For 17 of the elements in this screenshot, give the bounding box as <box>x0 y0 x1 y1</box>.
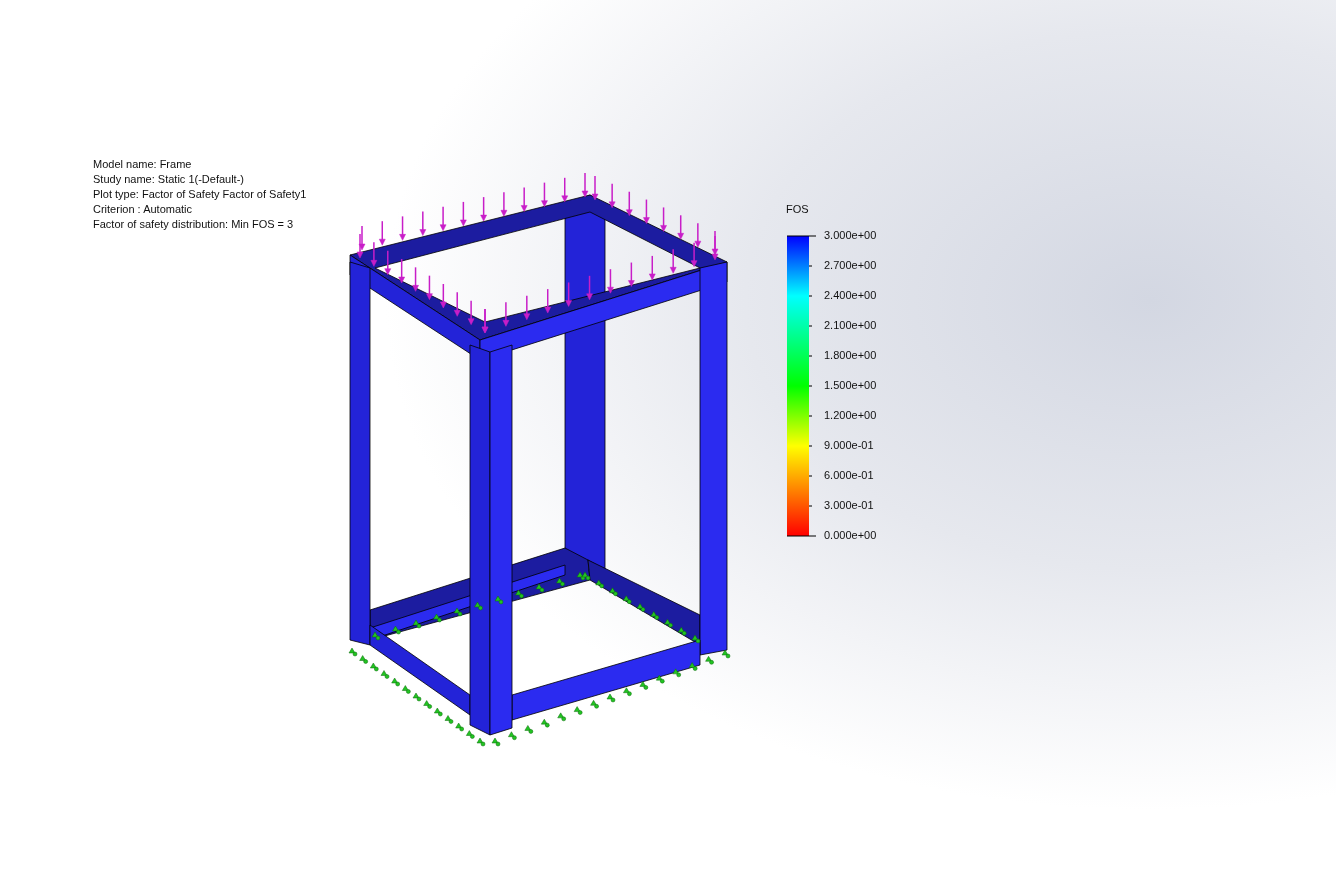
legend-label: 3.000e-01 <box>824 499 875 511</box>
plot-info-text: Model name: Frame <box>93 157 193 172</box>
legend-label: 2.700e+00 <box>824 259 877 271</box>
legend-label: 1.200e+00 <box>824 409 877 421</box>
plot-info-text: Plot type: Factor of Safety Factor of Safety1 <box>93 187 307 202</box>
legend-label: 1.500e+00 <box>824 379 877 391</box>
plot-info-text: Factor of safety distribution: Min FOS = 3 <box>93 217 295 232</box>
legend-title: FOS <box>786 203 809 215</box>
legend-label: 1.800e+00 <box>824 349 877 361</box>
legend-label: 6.000e-01 <box>824 469 875 481</box>
legend-label: 2.100e+00 <box>824 319 877 331</box>
plot-info-text: Criterion : Automatic <box>93 202 194 217</box>
legend-label: 0.000e+00 <box>824 529 877 541</box>
plot-info-text: Study name: Static 1(-Default-) <box>93 172 245 187</box>
legend-label: 9.000e-01 <box>824 439 875 451</box>
legend-label: 3.000e+00 <box>824 229 877 241</box>
legend-label: 2.400e+00 <box>824 289 877 301</box>
